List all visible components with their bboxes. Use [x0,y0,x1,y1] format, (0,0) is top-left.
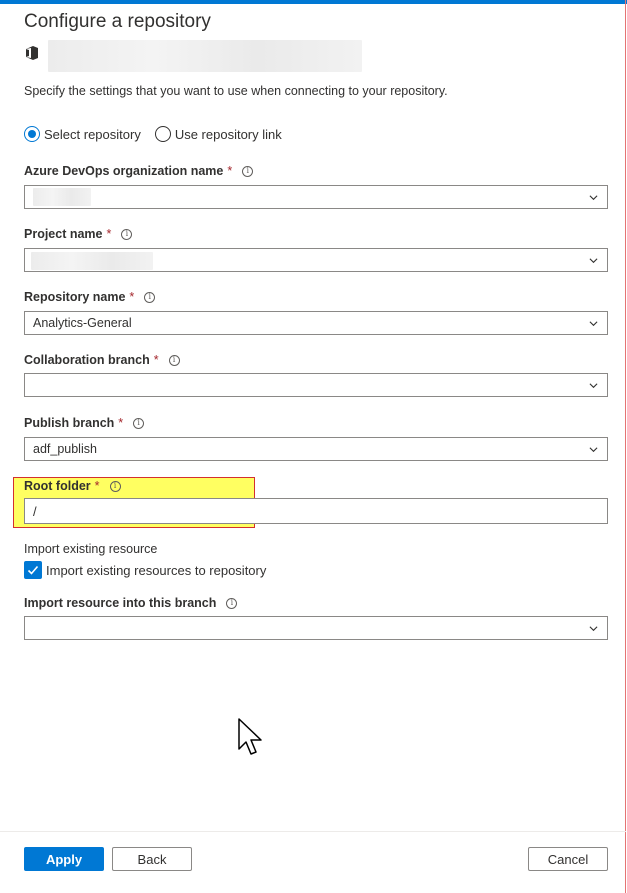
org-name-dropdown[interactable] [24,185,608,209]
redacted-project-value [31,252,153,270]
project-name-label: Project name * i [24,227,133,241]
import-branch-dropdown[interactable] [24,616,608,640]
redacted-org-value [33,188,91,206]
chevron-down-icon [589,258,598,264]
footer-divider [0,831,626,832]
info-icon[interactable]: i [109,480,121,492]
publish-branch-dropdown[interactable]: adf_publish [24,437,608,461]
repository-name-label: Repository name * i [24,290,156,304]
repository-name-value: Analytics-General [33,316,132,330]
publish-branch-label: Publish branch * i [24,416,145,430]
mouse-cursor-icon [238,718,262,755]
radio-select-repository[interactable] [24,126,40,142]
chevron-down-icon [589,383,598,389]
chevron-down-icon [589,626,598,632]
publish-branch-value: adf_publish [33,442,97,456]
dialog-description: Specify the settings that you want to us… [24,84,448,98]
root-folder-input[interactable]: / [24,498,608,524]
info-icon[interactable]: i [168,354,180,366]
radio-select-repository-label[interactable]: Select repository [44,127,141,142]
dialog-title: Configure a repository [24,11,211,32]
azure-devops-icon [26,46,38,60]
collaboration-branch-dropdown[interactable] [24,373,608,397]
repository-name-dropdown[interactable]: Analytics-General [24,311,608,335]
back-button[interactable]: Back [112,847,192,871]
root-folder-value: / [33,503,37,519]
import-existing-checkbox[interactable] [24,561,42,579]
cancel-button[interactable]: Cancel [528,847,608,871]
radio-use-repository-link[interactable] [154,126,171,142]
info-icon[interactable]: i [133,417,145,429]
import-existing-resource-label: Import existing resource [24,542,158,556]
chevron-down-icon [589,195,598,201]
import-existing-checkbox-label[interactable]: Import existing resources to repository [46,563,266,578]
project-name-dropdown[interactable] [24,248,608,272]
import-existing-checkbox-row[interactable]: Import existing resources to repository [24,561,266,579]
checkmark-icon [27,565,39,575]
chevron-down-icon [589,447,598,453]
redacted-repo-name [48,40,362,72]
radio-use-repository-link-label[interactable]: Use repository link [175,127,282,142]
chevron-down-icon [589,321,598,327]
apply-button[interactable]: Apply [24,847,104,871]
root-folder-label: Root folder * i [24,479,121,493]
import-branch-label: Import resource into this branch i [24,596,238,610]
info-icon[interactable]: i [144,291,156,303]
repo-type-radio-group: Select repository Use repository link [24,126,296,142]
org-name-label: Azure DevOps organization name * i [24,164,254,178]
info-icon[interactable]: i [121,228,133,240]
collaboration-branch-label: Collaboration branch * i [24,353,180,367]
info-icon[interactable]: i [226,597,238,609]
panel-edge [625,0,626,893]
top-accent-bar [0,0,627,4]
info-icon[interactable]: i [242,165,254,177]
